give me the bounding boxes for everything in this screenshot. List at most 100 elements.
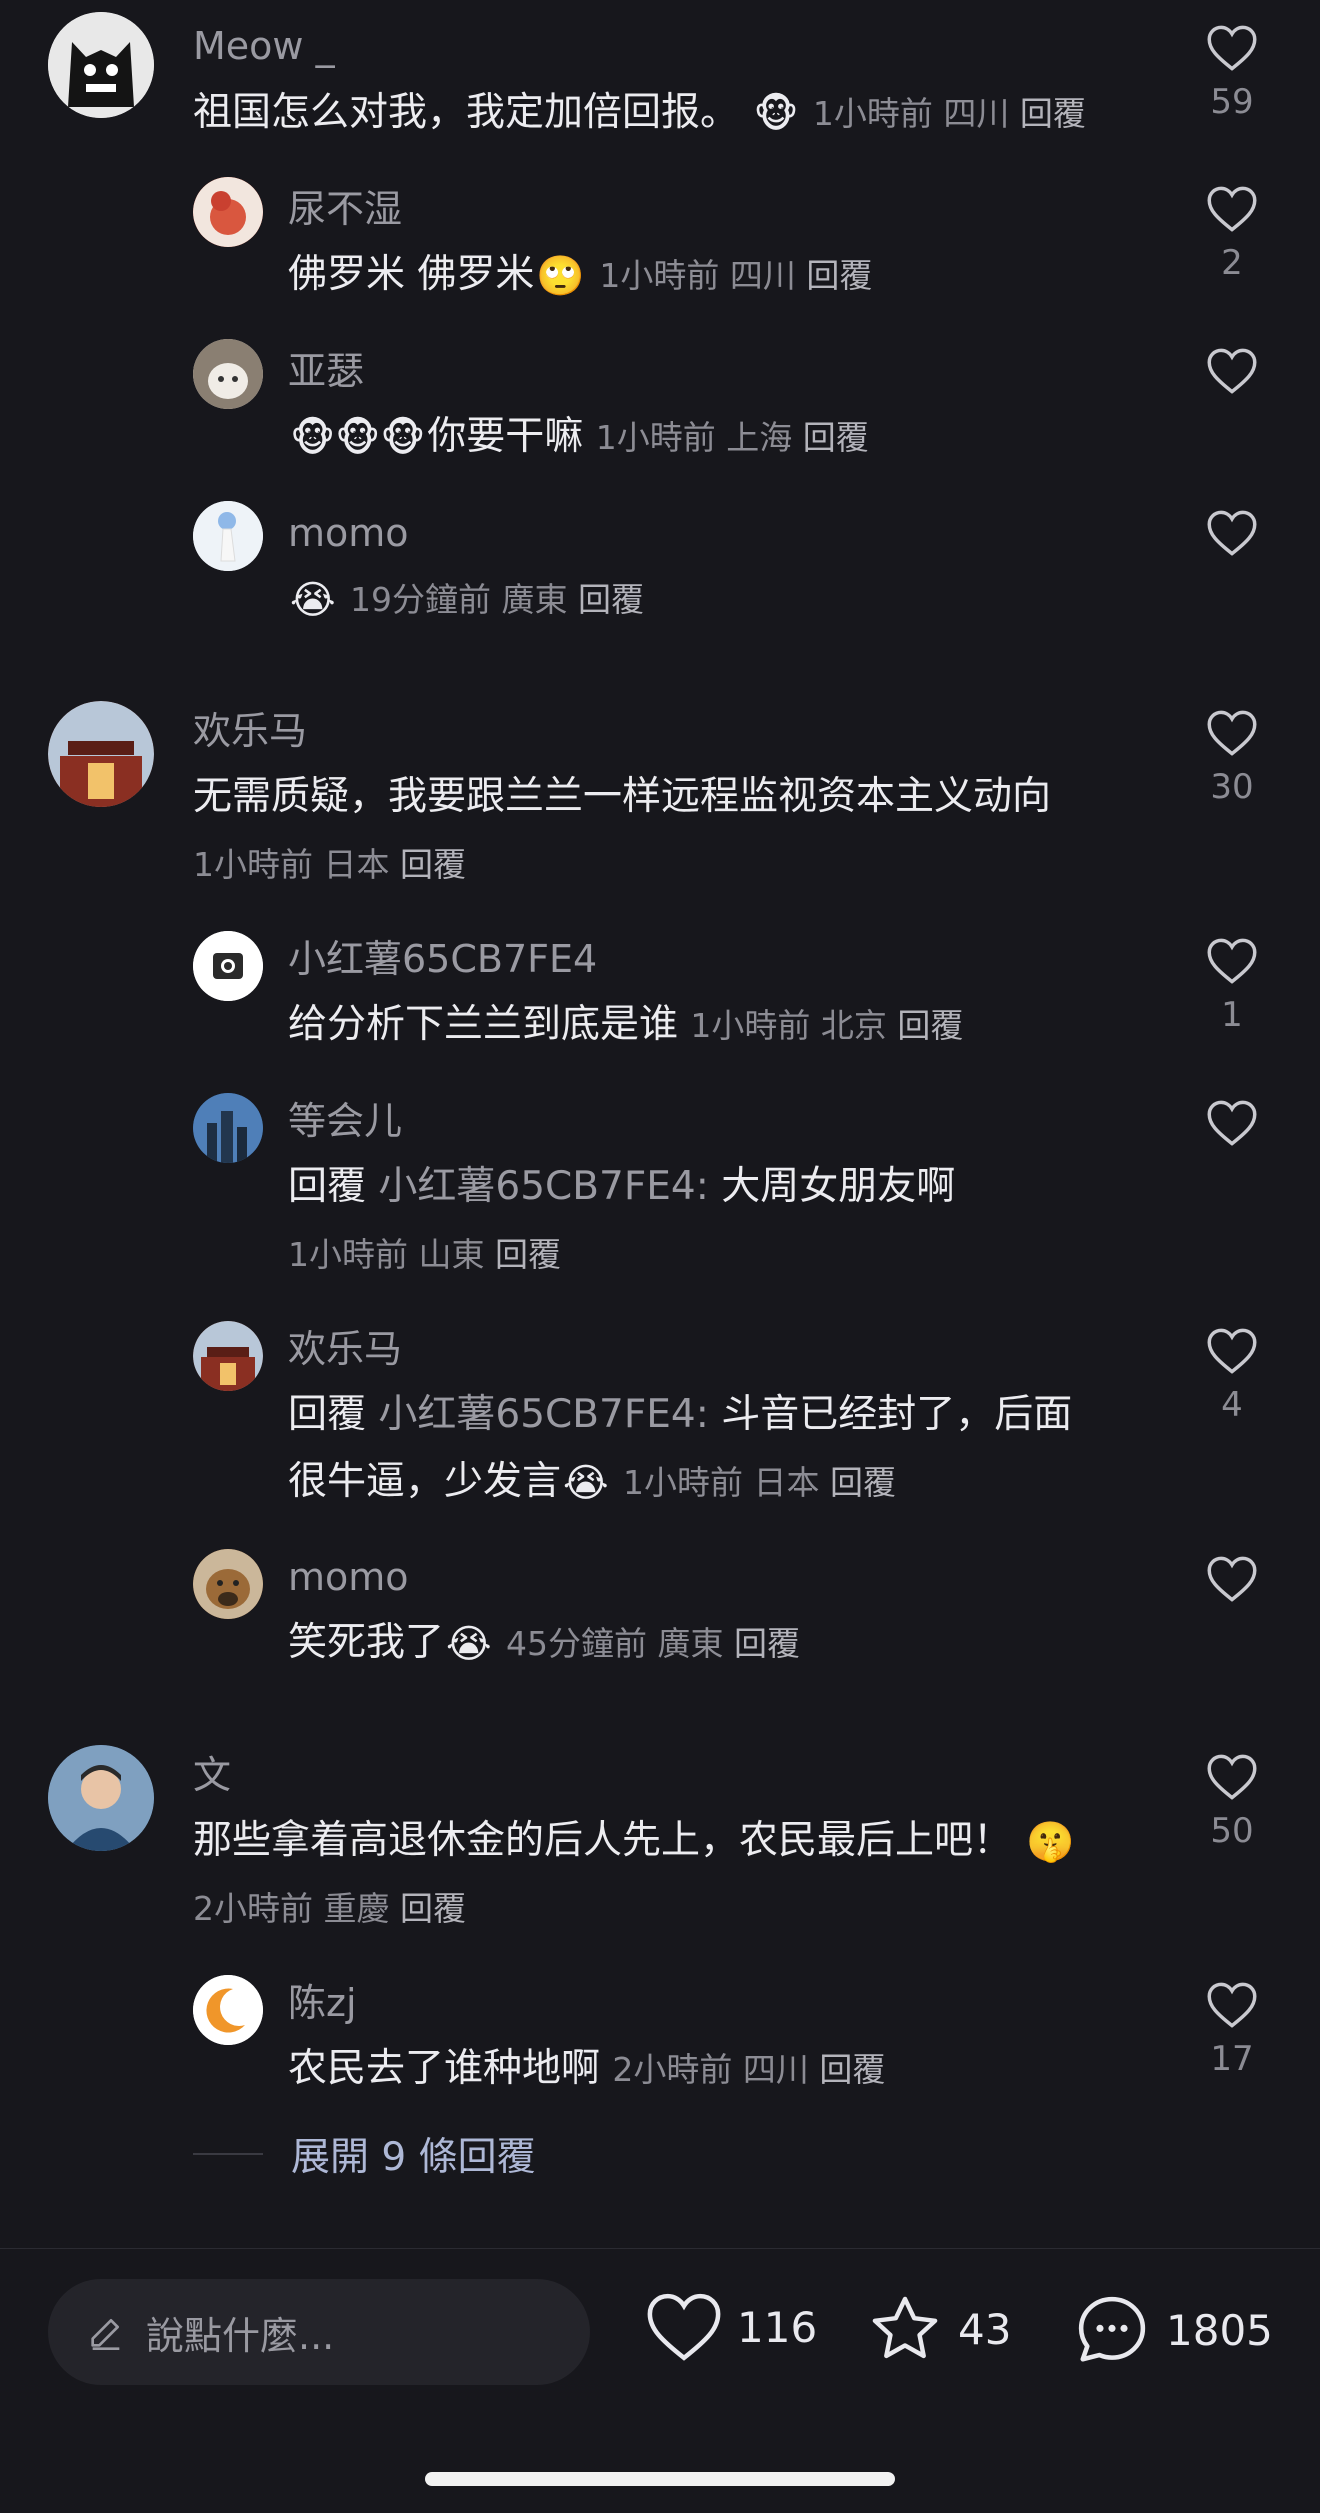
- reply-button[interactable]: 回覆: [803, 418, 869, 457]
- avatar[interactable]: [48, 1745, 154, 1851]
- reply-button[interactable]: 回覆: [495, 1235, 561, 1274]
- expand-replies-label: 展開 9 條回覆: [291, 2135, 536, 2180]
- comment-text: 斗音已经封了，后面: [721, 1392, 1073, 1437]
- like-count: 1: [1221, 995, 1243, 1035]
- heart-outline-icon: [1207, 510, 1257, 556]
- comment-text-line: 那些拿着高退休金的后人先上，农民最后上吧！ 🤫: [193, 1808, 1077, 1876]
- like-stat-button[interactable]: 116: [645, 2291, 817, 2363]
- like-button[interactable]: [1196, 1555, 1268, 1603]
- reply-button[interactable]: 回覆: [1020, 94, 1086, 133]
- time-text: 2小時前: [193, 1889, 313, 1928]
- time-text: 2小時前: [612, 2050, 733, 2089]
- time-text: 1小時前: [288, 1235, 408, 1274]
- mention-link[interactable]: 小红薯65CB7FE4:: [378, 1164, 708, 1209]
- comment-meta: 45分鐘前 廣東 回覆: [506, 1624, 800, 1663]
- reply-button[interactable]: 回覆: [830, 1463, 896, 1502]
- comment-meta: 2小時前 重慶 回覆: [193, 1876, 466, 1942]
- reply-button[interactable]: 回覆: [400, 1889, 466, 1928]
- reply-button[interactable]: 回覆: [400, 845, 466, 884]
- username[interactable]: 等会儿: [288, 1099, 402, 1143]
- reply-button[interactable]: 回覆: [578, 580, 644, 619]
- location-text: 重慶: [323, 1889, 390, 1928]
- location-text: 北京: [820, 1006, 887, 1045]
- time-text: 1小時前: [599, 256, 720, 295]
- comment-input[interactable]: 說點什麼...: [48, 2279, 590, 2385]
- time-text: 1小時前: [623, 1463, 743, 1502]
- reply-button[interactable]: 回覆: [734, 1624, 800, 1663]
- username[interactable]: 尿不湿: [288, 187, 402, 231]
- comment-text: 佛罗米 佛罗米: [288, 252, 535, 297]
- like-button[interactable]: 4: [1196, 1327, 1268, 1425]
- home-indicator[interactable]: [425, 2472, 895, 2486]
- time-text: 1小時前: [690, 1006, 811, 1045]
- comment-meta: 1小時前 四川 回覆: [599, 256, 872, 295]
- heart-outline-icon: [1207, 938, 1257, 984]
- like-button[interactable]: 30: [1196, 709, 1268, 807]
- expand-replies-button[interactable]: 展開 9 條回覆: [193, 2124, 536, 2184]
- comment-text: 大周女朋友啊: [721, 1164, 956, 1209]
- reply-prefix: 回覆: [288, 1164, 367, 1209]
- comment-meta: 1小時前 北京 回覆: [690, 1006, 963, 1045]
- avatar[interactable]: [193, 177, 263, 247]
- username[interactable]: 亚瑟: [288, 349, 364, 393]
- comment-meta: 19分鐘前 廣東 回覆: [350, 580, 644, 619]
- avatar[interactable]: [193, 1549, 263, 1619]
- avatar[interactable]: [48, 12, 154, 118]
- like-count: 2: [1221, 243, 1243, 283]
- reply-button[interactable]: 回覆: [806, 256, 872, 295]
- star-stat-button[interactable]: 43: [866, 2291, 1011, 2367]
- like-count: 59: [1210, 82, 1254, 122]
- mention-link[interactable]: 小红薯65CB7FE4:: [378, 1392, 708, 1437]
- comment-stat-button[interactable]: 1805: [1072, 2291, 1273, 2369]
- avatar[interactable]: [193, 1975, 263, 2045]
- heart-outline-icon: [1207, 710, 1257, 756]
- like-button[interactable]: 59: [1196, 24, 1268, 122]
- comment-text: 你要干嘛: [427, 414, 584, 459]
- username[interactable]: Meow _: [193, 24, 335, 68]
- comment-text: 笑死我了: [288, 1620, 445, 1665]
- heart-outline-icon: [1207, 1982, 1257, 2028]
- comment-text-line: 农民去了谁种地啊 2小時前 四川 回覆: [288, 2036, 885, 2103]
- avatar[interactable]: [48, 701, 154, 807]
- location-text: 四川: [742, 2050, 809, 2089]
- username[interactable]: momo: [288, 511, 409, 555]
- avatar[interactable]: [193, 1093, 263, 1163]
- username[interactable]: momo: [288, 1555, 409, 1599]
- avatar[interactable]: [193, 931, 263, 1001]
- like-button[interactable]: 50: [1196, 1753, 1268, 1851]
- input-placeholder: 說點什麼...: [146, 2313, 335, 2358]
- comment-meta: 1小時前 日本 回覆: [193, 832, 466, 898]
- location-text: 日本: [753, 1463, 820, 1502]
- like-button[interactable]: 17: [1196, 1981, 1268, 2079]
- username[interactable]: 文: [193, 1753, 231, 1797]
- avatar[interactable]: [193, 1321, 263, 1391]
- reply-button[interactable]: 回覆: [897, 1006, 963, 1045]
- comment-meta: 1小時前 日本 回覆: [623, 1463, 896, 1502]
- like-button[interactable]: [1196, 509, 1268, 557]
- avatar[interactable]: [193, 339, 263, 409]
- time-text: 1小時前: [812, 94, 933, 133]
- like-count: 17: [1210, 2039, 1254, 2079]
- like-button[interactable]: [1196, 1099, 1268, 1147]
- like-button[interactable]: 1: [1196, 937, 1268, 1035]
- username[interactable]: 欢乐马: [193, 709, 307, 753]
- avatar[interactable]: [193, 501, 263, 571]
- username[interactable]: 陈zj: [288, 1981, 357, 2025]
- comment-text-line: 给分析下兰兰到底是谁 1小時前 北京 回覆: [288, 992, 963, 1059]
- emoji-icon: 😭: [290, 577, 336, 623]
- star-icon: [872, 2296, 938, 2359]
- username[interactable]: 欢乐马: [288, 1327, 402, 1371]
- comment-text-line: 回覆 小红薯65CB7FE4: 大周女朋友啊: [288, 1154, 955, 1220]
- comment-text: 祖国怎么对我，我定加倍回报。: [193, 90, 740, 135]
- like-count: 30: [1210, 767, 1254, 807]
- like-button[interactable]: 2: [1196, 185, 1268, 283]
- username[interactable]: 小红薯65CB7FE4: [288, 937, 597, 981]
- heart-outline-icon: [1207, 186, 1257, 232]
- like-button[interactable]: [1196, 347, 1268, 395]
- reply-button[interactable]: 回覆: [819, 2050, 885, 2089]
- divider: [193, 2153, 263, 2155]
- heart-outline-icon: [1207, 348, 1257, 394]
- comment-text-line: 😭 19分鐘前 廣東 回覆: [288, 566, 644, 634]
- like-count: 50: [1210, 1811, 1254, 1851]
- heart-outline-icon: [1207, 1556, 1257, 1602]
